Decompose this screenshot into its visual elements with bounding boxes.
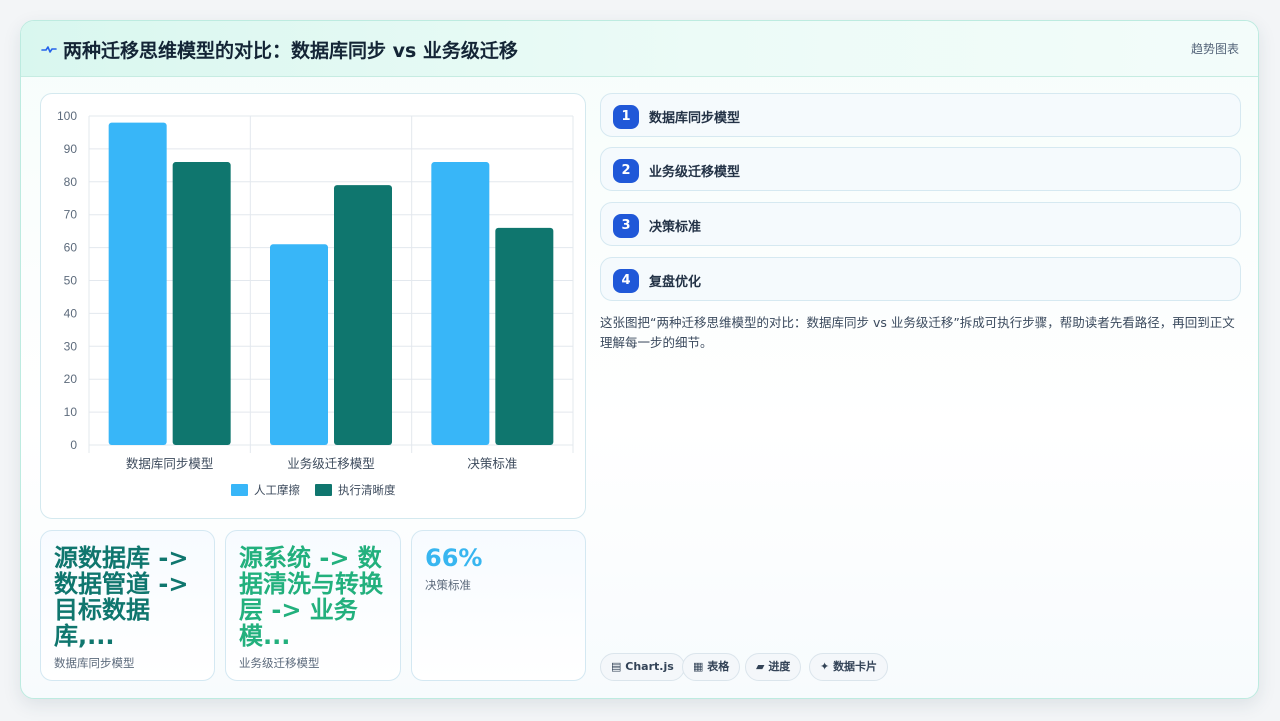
tag-table[interactable]: ▦ 表格 xyxy=(682,653,741,681)
bar xyxy=(334,185,392,445)
step-number-badge: 2 xyxy=(613,159,639,183)
step-item-3[interactable]: 3 决策标准 xyxy=(600,202,1241,246)
bar xyxy=(172,162,231,445)
step-label: 数据库同步模型 xyxy=(649,111,741,126)
step-number-badge: 4 xyxy=(613,269,639,293)
tag-label: Chart.js xyxy=(625,660,674,673)
description-text: 这张图把“两种迁移思维模型的对比：数据库同步 vs 业务级迁移”拆成可执行步骤，… xyxy=(600,315,1235,350)
progress-icon: ▰ xyxy=(756,660,765,673)
legend-label: 人工摩擦 xyxy=(254,483,300,497)
tag-label: 数据卡片 xyxy=(833,660,878,673)
tag-chartjs[interactable]: ▤ Chart.js xyxy=(600,653,685,681)
stat-value: 66% xyxy=(425,545,483,571)
legend-swatch xyxy=(315,484,332,496)
page-title: 两种迁移思维模型的对比：数据库同步 vs 业务级迁移 xyxy=(63,40,518,62)
step-item-4[interactable]: 4 复盘优化 xyxy=(600,257,1241,301)
y-tick-label: 10 xyxy=(64,405,78,419)
y-tick-label: 50 xyxy=(64,274,78,288)
legend-swatch xyxy=(231,484,248,496)
chart-type-badge: 趋势图表 xyxy=(1190,42,1239,56)
bar xyxy=(495,227,554,445)
step-label: 业务级迁移模型 xyxy=(649,165,741,180)
x-tick-label: 决策标准 xyxy=(467,456,517,471)
sparkle-icon: ✦ xyxy=(820,660,830,673)
main-card: 两种迁移思维模型的对比：数据库同步 vs 业务级迁移 趋势图表 0 10 20 30 4… xyxy=(20,20,1259,699)
stat-label: 数据库同步模型 xyxy=(54,656,135,670)
stat-card-decision: 66% 决策标准 xyxy=(411,530,586,681)
legend-label: 执行清晰度 xyxy=(338,483,396,497)
y-tick-label: 0 xyxy=(70,438,77,452)
y-tick-label: 90 xyxy=(64,142,78,156)
pulse-icon xyxy=(41,46,57,53)
bar xyxy=(431,162,490,445)
step-number-badge: 1 xyxy=(613,105,639,129)
tag-data-card[interactable]: ✦ 数据卡片 xyxy=(809,653,889,681)
y-tick-label: 80 xyxy=(64,175,78,189)
stat-label: 决策标准 xyxy=(425,578,471,592)
stat-label: 业务级迁移模型 xyxy=(239,656,320,670)
y-tick-label: 30 xyxy=(64,339,78,353)
tag-label: 表格 xyxy=(707,660,730,673)
bar xyxy=(270,244,328,445)
card-header: 两种迁移思维模型的对比：数据库同步 vs 业务级迁移 趋势图表 xyxy=(21,21,1258,77)
y-tick-label: 40 xyxy=(64,306,78,320)
stat-value: 源数据库 -> 数据管道 -> 目标数据库,... xyxy=(54,545,189,649)
table-icon: ▦ xyxy=(693,660,704,673)
stat-card-db-sync: 源数据库 -> 数据管道 -> 目标数据库,... 数据库同步模型 xyxy=(40,530,215,681)
step-item-2[interactable]: 2 业务级迁移模型 xyxy=(600,147,1241,191)
stat-value: 源系统 -> 数据清洗与转换层 -> 业务模... xyxy=(239,545,383,649)
y-tick-label: 60 xyxy=(64,241,78,255)
stat-card-business-migration: 源系统 -> 数据清洗与转换层 -> 业务模... 业务级迁移模型 xyxy=(225,530,401,681)
tag-progress[interactable]: ▰ 进度 xyxy=(745,653,802,681)
bar xyxy=(108,122,167,445)
tag-label: 进度 xyxy=(768,660,791,673)
y-tick-label: 100 xyxy=(57,109,77,123)
step-label: 复盘优化 xyxy=(649,275,702,290)
y-tick-label: 70 xyxy=(64,208,78,222)
bar-chart: 0 10 20 30 40 50 60 70 80 90 100 数据库同步模型 业务级迁移模型 决策标准… xyxy=(57,109,574,497)
y-tick-label: 20 xyxy=(64,372,78,386)
bar-chart-panel: 0 10 20 30 40 50 60 70 80 90 100 数据库同步模型 业务级迁移模型 决策标准… xyxy=(40,93,586,519)
x-tick-label: 业务级迁移模型 xyxy=(287,456,375,471)
step-item-1[interactable]: 1 数据库同步模型 xyxy=(600,93,1241,137)
x-tick-label: 数据库同步模型 xyxy=(126,456,214,471)
step-number-badge: 3 xyxy=(613,214,639,238)
chart-icon: ▤ xyxy=(611,660,622,673)
step-label: 决策标准 xyxy=(649,220,702,235)
